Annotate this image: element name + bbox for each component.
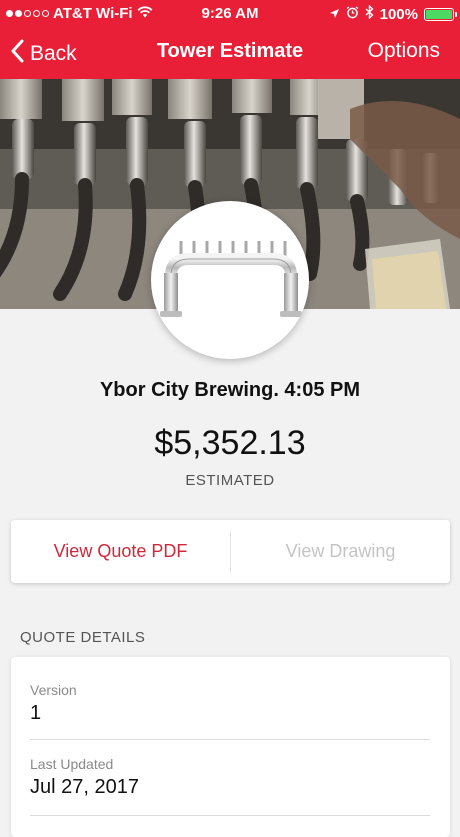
back-button[interactable]: Back — [10, 39, 77, 69]
detail-value: 1 — [30, 702, 42, 724]
bluetooth-icon — [365, 4, 374, 23]
estimate-name: Ybor City Brewing. 4:05 PM — [99, 379, 361, 401]
back-label: Back — [30, 42, 77, 65]
location-arrow-icon — [329, 6, 340, 23]
alarm-icon — [346, 5, 359, 23]
detail-row-version: Version 1 — [30, 682, 430, 725]
nav-bar: Back Tower Estimate Options — [0, 27, 460, 79]
detail-row-last-updated: Last Updated Jul 27, 2017 — [30, 756, 430, 799]
detail-value: Jul 27, 2017 — [30, 776, 139, 798]
price-label: ESTIMATED — [185, 472, 275, 489]
tower-product-image — [151, 201, 309, 359]
chevron-left-icon — [10, 39, 24, 69]
battery-label: 100% — [379, 5, 418, 23]
battery-icon — [424, 7, 457, 21]
detail-label: Version — [30, 682, 77, 698]
status-bar: AT&T Wi-Fi 9:26 AM 100% — [0, 0, 460, 27]
quote-details-card: Version 1 Last Updated Jul 27, 2017 — [11, 657, 450, 837]
view-quote-pdf-button[interactable]: View Quote PDF — [11, 541, 230, 562]
view-drawing-button[interactable]: View Drawing — [231, 541, 450, 562]
row-divider — [30, 739, 430, 740]
options-button[interactable]: Options — [368, 39, 440, 63]
row-divider — [30, 815, 430, 816]
detail-label: Last Updated — [30, 756, 114, 772]
status-right: 100% — [329, 4, 457, 23]
beer-tower-icon — [160, 241, 302, 317]
action-card: View Quote PDF View Drawing — [11, 520, 450, 583]
estimate-price: $5,352.13 — [154, 424, 306, 462]
quote-details-title: QUOTE DETAILS — [20, 629, 146, 646]
